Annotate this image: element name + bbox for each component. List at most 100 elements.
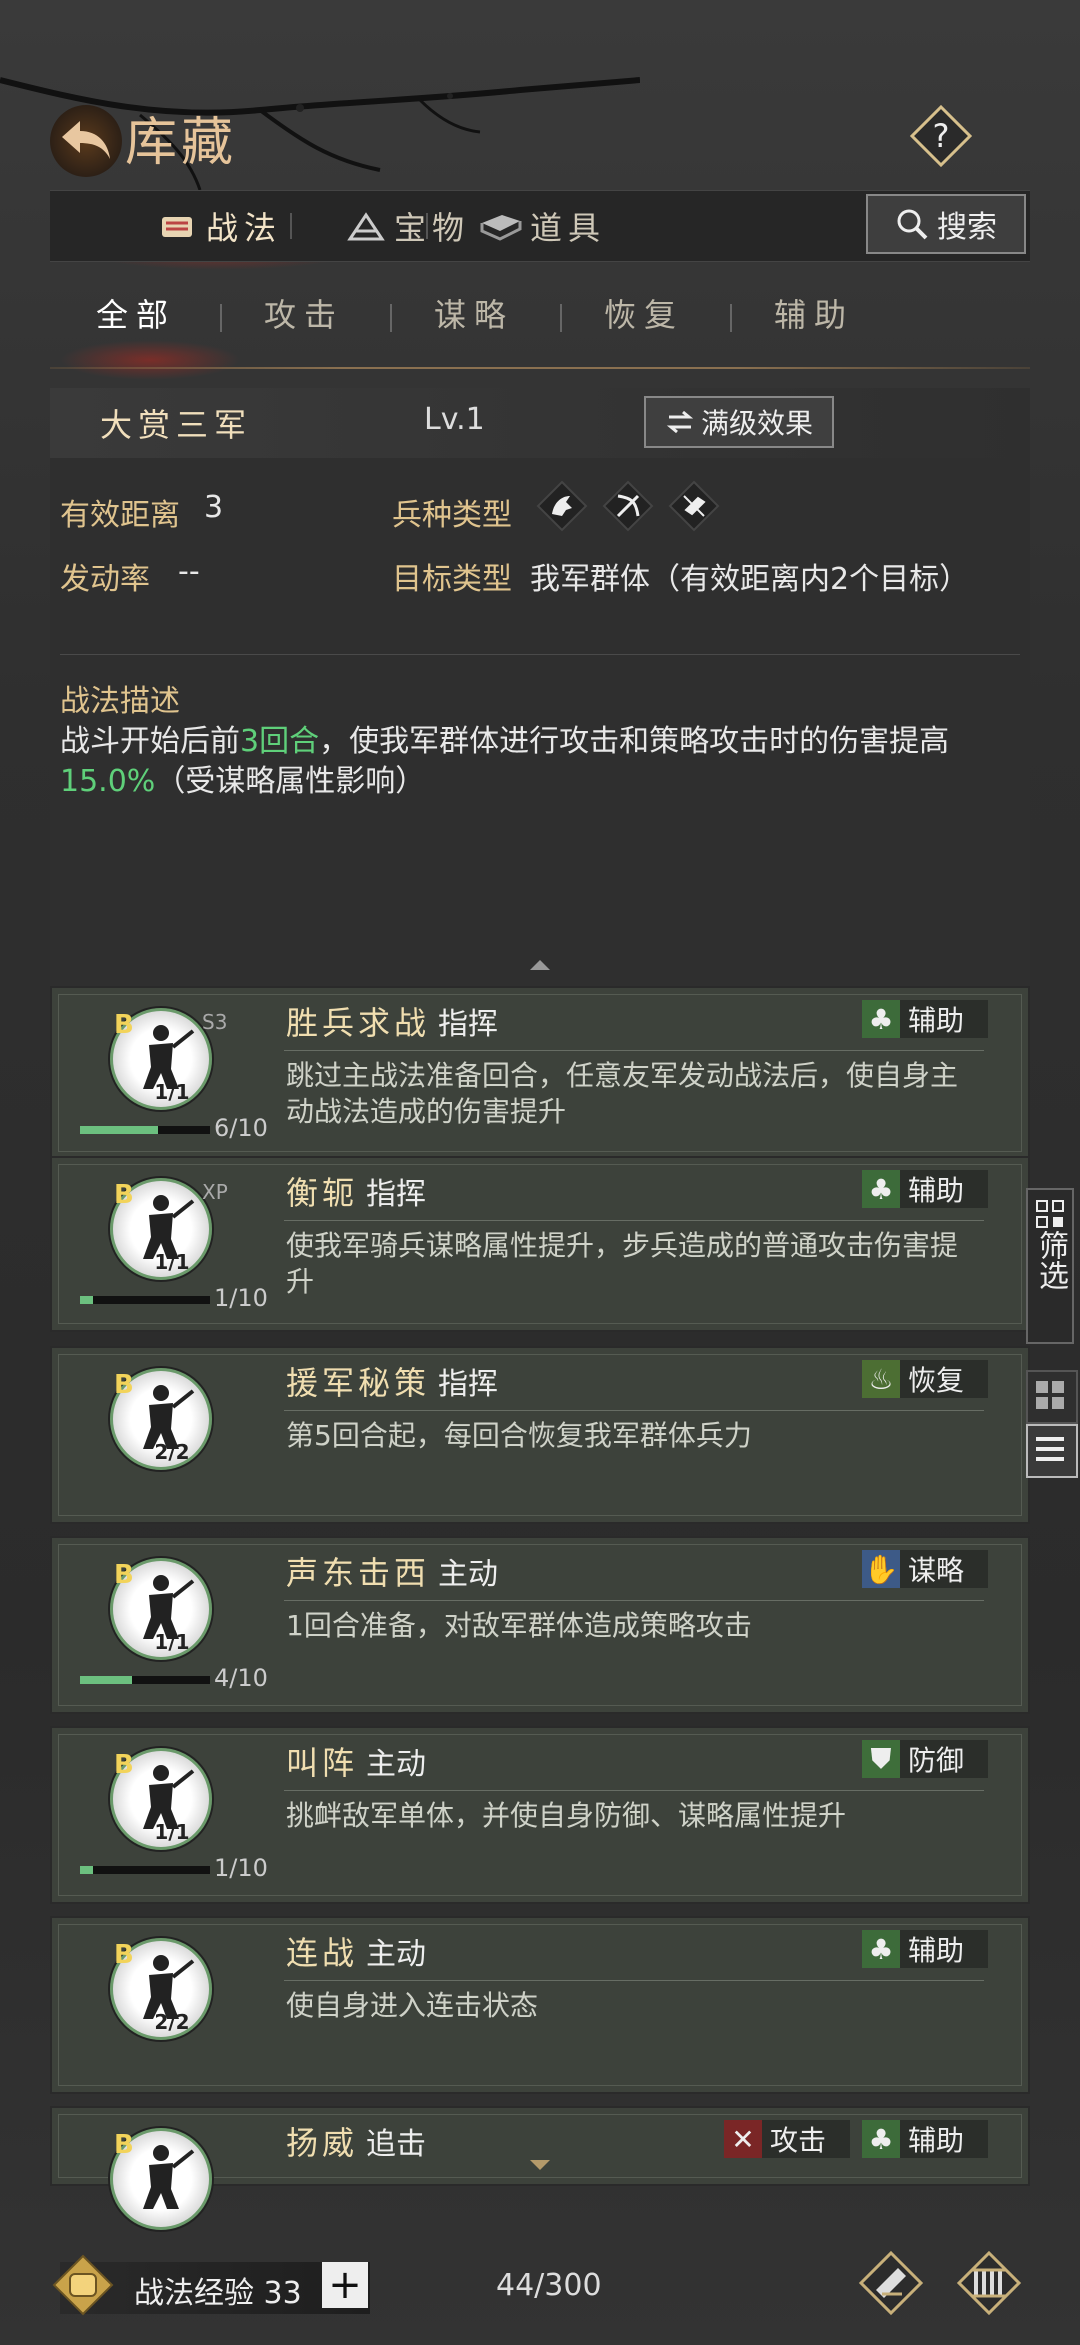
add-exp-button[interactable]: + <box>322 2262 368 2308</box>
description-text: 战斗开始后前3回合，使我军群体进行攻击和策略攻击时的伤害提高15.0%（受谋略属… <box>60 724 950 799</box>
assist-icon: ♣ <box>862 2120 900 2158</box>
tactic-card[interactable]: B 2/2 援军秘策 指挥 第5回合起，每回合恢复我军群体兵力 ♨ 恢复 <box>50 1346 1030 1524</box>
badge-label: 辅助 <box>908 1004 965 1037</box>
tactic-description: 挑衅敌军单体，并使自身防御、谋略属性提升 <box>286 1799 847 1832</box>
progress-fill <box>80 1296 93 1304</box>
subtab-strategy[interactable]: 谋略 <box>434 290 514 336</box>
tactic-card[interactable]: B 扬威 追击 ♣ 辅助 ✕ 攻击 <box>50 2106 1030 2230</box>
subtab-attack[interactable]: 攻击 <box>264 290 344 336</box>
warrior-silhouette-icon <box>143 2145 195 2209</box>
stack-count: 1/1 <box>154 1820 190 1844</box>
progress-fill <box>80 1676 132 1684</box>
grid-view-icon <box>1036 1381 1064 1409</box>
tactic-description: 使自身进入连击状态 <box>286 1989 539 2022</box>
category-badge: ♣ 辅助 <box>862 2120 988 2158</box>
tab-items[interactable]: 道具 <box>480 191 606 261</box>
assist-icon: ♣ <box>862 1930 900 1968</box>
collapse-arrow-icon[interactable] <box>530 958 550 970</box>
range-label: 有效距离 <box>60 498 180 533</box>
help-icon: ? <box>909 104 973 168</box>
tactic-card[interactable]: B S3 1/1 6/10 胜兵求战 指挥 跳过主战法准备回合，任意友军发动战法后，使自身主… <box>50 986 1030 1160</box>
tactic-card[interactable]: B 2/2 连战 主动 使自身进入连击状态 ♣ 辅助 <box>50 1916 1030 2094</box>
defense-icon: ⛊ <box>862 1740 900 1778</box>
category-badge: ✕ 攻击 <box>724 2120 850 2158</box>
stack-count: 1/1 <box>154 1630 190 1654</box>
back-arrow-icon <box>62 121 110 159</box>
troop-type-icons <box>536 480 720 532</box>
grade-label: B <box>114 1750 134 1780</box>
grade-label: B <box>114 1560 134 1590</box>
grade-label: B <box>114 1010 134 1040</box>
search-label: 搜索 <box>937 210 997 245</box>
assist-icon: ♣ <box>862 1170 900 1208</box>
help-button[interactable]: ? <box>909 104 973 168</box>
card-divider <box>284 1790 984 1791</box>
highlight-rounds: 3回合 <box>240 724 320 759</box>
tab-tactics[interactable]: 战法 <box>158 191 282 261</box>
assist-icon: ♣ <box>862 1000 900 1038</box>
detail-divider <box>60 654 1020 655</box>
grade-label: B <box>114 1370 134 1400</box>
category-badge: ♣ 辅助 <box>862 1000 988 1038</box>
subtab-all[interactable]: 全部 <box>96 290 176 336</box>
tab-treasure-label: 宝物 <box>394 209 471 247</box>
category-badge: ♣ 辅助 <box>862 1930 988 1968</box>
card-divider <box>284 1410 984 1411</box>
card-divider <box>284 1980 984 1981</box>
scroll-bundle-icon[interactable] <box>956 2250 1022 2316</box>
badge-label: 辅助 <box>908 2124 965 2157</box>
tactic-type: 指挥 <box>366 1177 427 1212</box>
search-icon <box>897 209 928 240</box>
bulk-learn-icon[interactable] <box>858 2250 924 2316</box>
progress-text: 4/10 <box>214 1664 268 1692</box>
infantry-icon <box>668 480 720 532</box>
exp-text: 战法经验 33 <box>134 2268 302 2312</box>
progress-bar <box>80 1676 210 1684</box>
tactic-name: 胜兵求战 指挥 <box>286 1004 499 1042</box>
tactic-type: 主动 <box>438 1557 499 1592</box>
tag-label: XP <box>202 1180 228 1204</box>
exp-value: 33 <box>263 2276 302 2311</box>
tactic-type: 追击 <box>366 2127 427 2162</box>
subtab-divider <box>50 367 1030 369</box>
exp-label: 战法经验 <box>134 2276 254 2311</box>
grid-filter-icon <box>1036 1200 1064 1228</box>
scroll-icon <box>162 217 192 237</box>
heal-icon: ♨ <box>862 1360 900 1398</box>
back-button[interactable] <box>50 105 122 177</box>
svg-text:?: ? <box>933 117 950 155</box>
filter-subtabs: 全部 攻击 谋略 恢复 辅助 <box>50 290 1030 350</box>
list-view-button[interactable] <box>1026 1424 1078 1478</box>
tactic-card[interactable]: B 1/1 1/10 叫阵 主动 挑衅敌军单体，并使自身防御、谋略属性提升 ⛊ 防御 <box>50 1726 1030 1904</box>
progress-text: 6/10 <box>214 1114 268 1142</box>
scroll-down-arrow-icon[interactable] <box>530 2160 550 2172</box>
subtab-heal[interactable]: 恢复 <box>604 290 684 336</box>
tactic-type: 指挥 <box>438 1367 499 1402</box>
grade-label: B <box>114 1180 134 1210</box>
progress-text: 1/10 <box>214 1284 268 1312</box>
max-effect-button[interactable]: 满级效果 <box>644 396 834 448</box>
detail-panel <box>50 388 1030 988</box>
grid-view-button[interactable] <box>1026 1370 1078 1424</box>
tactic-description: 第5回合起，每回合恢复我军群体兵力 <box>286 1419 752 1452</box>
tactic-description: 跳过主战法准备回合，任意友军发动战法后，使自身主动战法造成的伤害提升 <box>286 1059 959 1128</box>
tactic-type: 指挥 <box>438 1007 499 1042</box>
progress-bar <box>80 1126 210 1134</box>
stack-count: 2/2 <box>154 2010 190 2034</box>
subtab-assist[interactable]: 辅助 <box>774 290 854 336</box>
troop-type-label: 兵种类型 <box>392 498 512 533</box>
grade-label: B <box>114 1940 134 1970</box>
card-divider <box>284 1050 984 1051</box>
max-effect-label: 满级效果 <box>700 407 813 440</box>
grade-label: B <box>114 2130 134 2160</box>
filter-label: 筛选 <box>1033 1230 1068 1290</box>
tactic-card[interactable]: B XP 1/1 1/10 衡轭 指挥 使我军骑兵谋略属性提升，步兵造成的普通攻击伤害提升 ♣… <box>50 1156 1030 1332</box>
tactic-card[interactable]: B 1/1 4/10 声东击西 主动 1回合准备，对敌军群体造成策略攻击 ✋ 谋略 <box>50 1536 1030 1714</box>
search-button[interactable]: 搜索 <box>866 194 1026 254</box>
page-title: 库藏 <box>125 113 238 173</box>
filter-button[interactable]: 筛选 <box>1026 1188 1074 1344</box>
progress-bar <box>80 1296 210 1304</box>
tactic-type: 主动 <box>366 1937 427 1972</box>
tab-treasure[interactable]: 宝物 <box>346 191 470 261</box>
tactic-name: 声东击西 主动 <box>286 1554 499 1592</box>
